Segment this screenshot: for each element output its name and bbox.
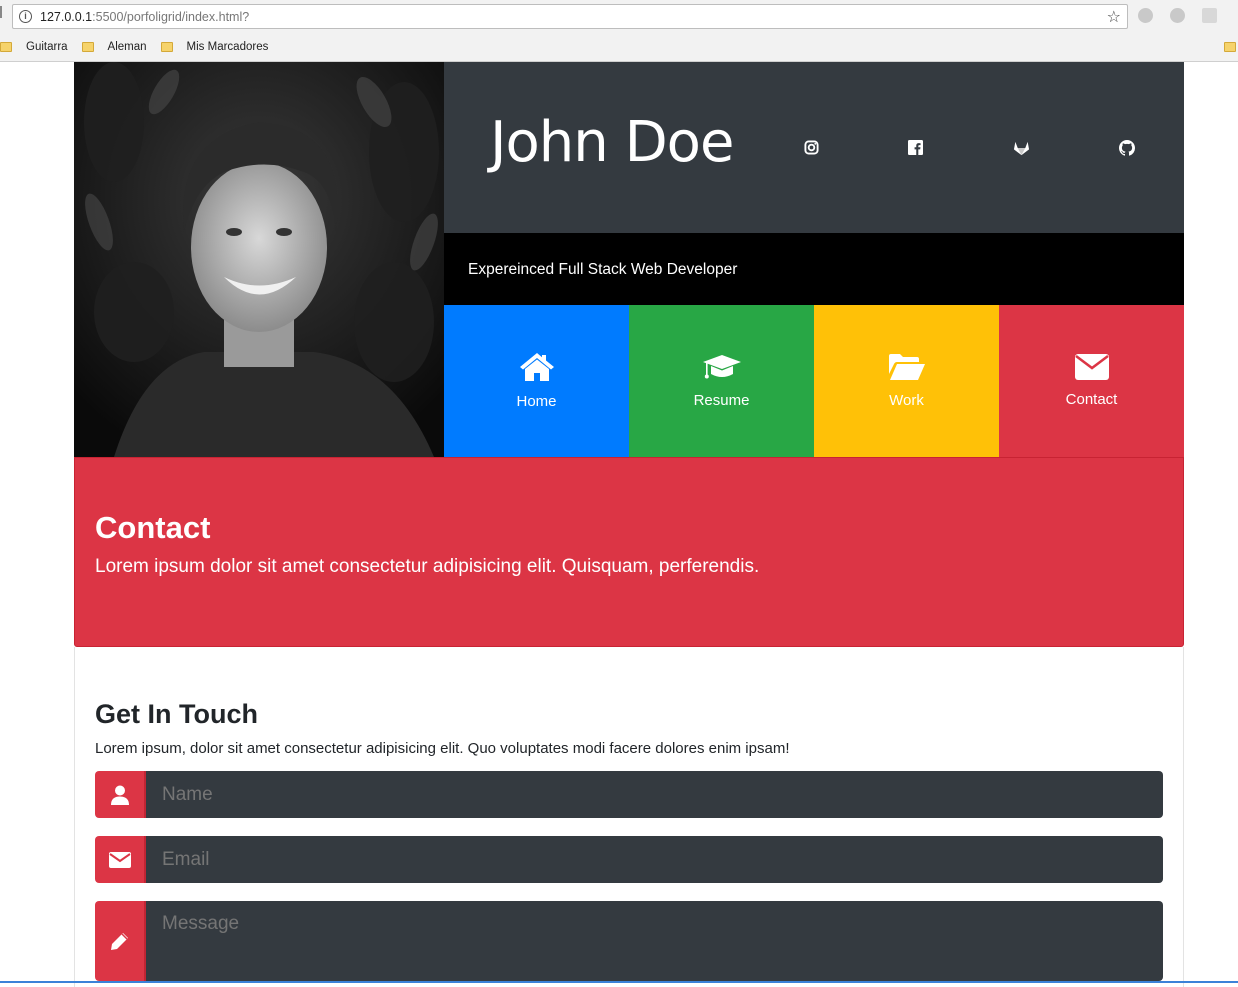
contact-title: Contact (95, 510, 211, 545)
github-icon[interactable] (1119, 140, 1136, 161)
info-icon[interactable]: i (19, 10, 32, 23)
pdf-extension-icon[interactable] (1202, 8, 1217, 23)
bookmark-star-icon[interactable]: ☆ (1107, 7, 1121, 27)
name-header: John Doe (444, 62, 1184, 233)
profile-photo-image (74, 62, 444, 457)
nav-tile-label: Resume (693, 392, 750, 409)
hero-section: John Doe Expereinced Full Stack Web Deve… (74, 62, 1184, 457)
form-title: Get In Touch (95, 699, 258, 729)
portfolio-page: John Doe Expereinced Full Stack Web Deve… (74, 62, 1184, 987)
folder-icon (81, 42, 94, 52)
message-field-group (95, 901, 1163, 981)
form-subtitle: Lorem ipsum, dolor sit amet consectetur … (95, 740, 790, 757)
nav-tile-contact[interactable]: Contact (999, 305, 1184, 457)
folder-open-icon (888, 353, 926, 386)
bookmark-mis-marcadores[interactable]: Mis Marcadores (187, 41, 269, 53)
nav-tile-work[interactable]: Work (814, 305, 999, 457)
user-icon (95, 771, 146, 818)
nav-tile-label: Work (889, 392, 924, 409)
instagram-icon[interactable] (804, 140, 819, 160)
graduation-cap-icon (702, 353, 742, 386)
nav-tile-label: Home (516, 393, 557, 410)
envelope-icon (95, 836, 146, 883)
extension-icon[interactable] (1138, 8, 1153, 23)
bookmark-guitarra[interactable]: Guitarra (26, 41, 68, 53)
home-icon (519, 352, 555, 387)
profile-photo (74, 62, 444, 457)
extension-icon[interactable] (1170, 8, 1185, 23)
pencil-icon (95, 901, 146, 981)
tagline-bar: Expereinced Full Stack Web Developer (444, 233, 1184, 305)
contact-subtitle: Lorem ipsum dolor sit amet consectetur a… (95, 556, 760, 577)
nav-tiles: Home Resume Work Contact (444, 305, 1184, 457)
name-input[interactable] (146, 771, 1163, 818)
envelope-icon (1074, 354, 1109, 385)
contact-banner: Contact Lorem ipsum dolor sit amet conse… (74, 457, 1184, 647)
gitlab-icon[interactable] (1013, 140, 1030, 161)
folder-icon[interactable] (1224, 42, 1236, 52)
contact-form-card: Get In Touch Lorem ipsum, dolor sit amet… (74, 647, 1184, 987)
nav-tile-home[interactable]: Home (444, 305, 629, 457)
browser-chrome: i 127.0.0.1:5500/porfoligrid/index.html?… (0, 0, 1238, 62)
tagline: Expereinced Full Stack Web Developer (468, 261, 738, 278)
back-edge-icon[interactable] (0, 6, 4, 18)
person-name: John Doe (490, 110, 734, 175)
message-textarea[interactable] (146, 901, 1163, 981)
bookmark-aleman[interactable]: Aleman (108, 41, 147, 53)
url-text[interactable]: 127.0.0.1:5500/porfoligrid/index.html? (40, 10, 249, 24)
facebook-icon[interactable] (908, 140, 923, 160)
email-field-group (95, 836, 1163, 883)
address-bar[interactable]: i 127.0.0.1:5500/porfoligrid/index.html?… (12, 4, 1128, 29)
url-host: 127.0.0.1 (40, 9, 93, 24)
email-input[interactable] (146, 836, 1163, 883)
name-field-group (95, 771, 1163, 818)
nav-tile-resume[interactable]: Resume (629, 305, 814, 457)
folder-icon (160, 42, 173, 52)
url-path: :5500/porfoligrid/index.html? (92, 9, 250, 24)
folder-icon (0, 42, 12, 52)
nav-tile-label: Contact (1065, 391, 1118, 408)
bookmarks-bar: Guitarra Aleman Mis Marcadores (0, 37, 282, 57)
